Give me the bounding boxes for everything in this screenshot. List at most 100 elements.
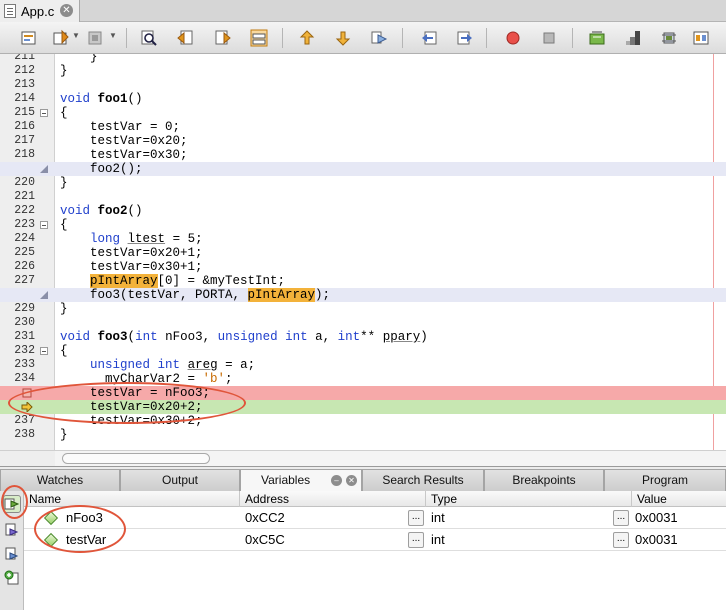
variable-address: 0xCC2 <box>245 510 285 525</box>
code-line[interactable]: 227 pIntArray[0] = &myTestInt; <box>0 274 726 288</box>
code-line[interactable]: 238} <box>0 428 726 442</box>
close-tab-icon[interactable]: ✕ <box>346 475 357 486</box>
call-stack-line[interactable]: foo2(); <box>0 162 726 177</box>
variable-diamond-icon <box>43 510 59 526</box>
tab-variables-label: Variables <box>261 473 311 487</box>
variable-value[interactable]: 0x0031 <box>630 507 678 529</box>
add-watch-icon[interactable] <box>3 569 21 587</box>
file-tab-app-c[interactable]: App.c ✕ <box>0 0 80 22</box>
code-line[interactable]: 213 <box>0 78 726 92</box>
toolbar-separator <box>126 28 127 48</box>
code-line[interactable]: 237 testVar=0x30+2; <box>0 414 726 428</box>
code-line[interactable]: 218 testVar=0x30; <box>0 148 726 162</box>
toolbar-separator <box>572 28 573 48</box>
scrollbar-thumb[interactable] <box>62 453 210 464</box>
debug-panel: Watches Output Variables – ✕ Search Resu… <box>0 466 726 610</box>
project-properties-icon[interactable] <box>18 27 40 49</box>
address-edit-button[interactable]: ... <box>408 510 424 526</box>
code-line[interactable]: 214 void foo1() <box>0 92 726 106</box>
tab-variables[interactable]: Variables – ✕ <box>240 469 362 491</box>
chevron-down-icon[interactable]: ▼ <box>72 31 80 40</box>
code-line[interactable]: 230 <box>0 316 726 330</box>
fold-toggle-icon[interactable] <box>40 347 48 355</box>
toolbar-separator <box>486 28 487 48</box>
address-edit-button[interactable]: ... <box>408 532 424 548</box>
watch-view-icon[interactable] <box>3 521 21 539</box>
code-line[interactable]: 233 unsigned int areg = a; <box>0 358 726 372</box>
debug-project-icon[interactable] <box>50 27 72 49</box>
step-into-icon[interactable] <box>332 27 354 49</box>
horizontal-scrollbar[interactable] <box>0 450 726 466</box>
panel-tab-bar: Watches Output Variables – ✕ Search Resu… <box>0 469 726 491</box>
variable-address: 0xC5C <box>245 532 285 547</box>
tab-program[interactable]: Program <box>604 469 726 491</box>
column-header-value[interactable]: Value <box>632 491 726 507</box>
locals-view-icon[interactable] <box>3 545 21 563</box>
step-over-icon[interactable] <box>368 27 390 49</box>
variable-name: testVar <box>66 532 107 547</box>
chevron-down-icon[interactable]: ▼ <box>109 31 117 40</box>
stop-icon[interactable] <box>538 27 560 49</box>
code-line[interactable]: 224 long ltest = 5; <box>0 232 726 246</box>
debug-toolbar: ▼ ▼ <box>0 22 726 54</box>
close-tab-icon[interactable]: ✕ <box>60 4 73 17</box>
navigate-forward-icon[interactable] <box>454 27 476 49</box>
tab-watches[interactable]: Watches <box>0 469 120 491</box>
tab-output[interactable]: Output <box>120 469 240 491</box>
editor-tab-bar: App.c ✕ <box>0 0 726 22</box>
code-line[interactable]: 229} <box>0 302 726 316</box>
code-line[interactable]: 212} <box>0 64 726 78</box>
type-edit-button[interactable]: ... <box>613 510 629 526</box>
code-line[interactable]: 226 testVar=0x30+1; <box>0 260 726 274</box>
call-stack-line[interactable]: foo3(testVar, PORTA, pIntArray); <box>0 288 726 303</box>
find-previous-icon[interactable] <box>174 27 196 49</box>
type-edit-button[interactable]: ... <box>613 532 629 548</box>
variables-view-icon[interactable] <box>3 495 21 513</box>
code-line[interactable]: 223{ <box>0 218 726 232</box>
program-counter-line[interactable]: testVar=0x20+2; <box>0 400 726 415</box>
code-line[interactable]: 216 testVar = 0; <box>0 120 726 134</box>
stack-bars-icon[interactable] <box>622 27 644 49</box>
toggle-breakpoint-icon[interactable] <box>502 27 524 49</box>
file-tab-label: App.c <box>21 3 55 19</box>
tab-search-results[interactable]: Search Results <box>362 469 484 491</box>
code-line[interactable]: 221 <box>0 190 726 204</box>
code-line[interactable]: 225 testVar=0x20+1; <box>0 246 726 260</box>
fold-toggle-icon[interactable] <box>40 221 48 229</box>
program-device-icon[interactable] <box>84 27 106 49</box>
breakpoint-line[interactable]: testVar = nFoo3; <box>0 386 726 401</box>
variable-value[interactable]: 0x0031 <box>630 529 678 551</box>
code-line[interactable]: 222 void foo2() <box>0 204 726 218</box>
target-board-icon[interactable] <box>690 27 712 49</box>
code-editor[interactable]: 211 } 212} 213 214 void foo1() 215{ 216 t… <box>0 54 726 450</box>
fold-toggle-icon[interactable] <box>40 109 48 117</box>
variable-diamond-icon <box>43 532 59 548</box>
minimize-tab-icon[interactable]: – <box>331 475 342 486</box>
chip-icon[interactable] <box>658 27 680 49</box>
memory-view-icon[interactable] <box>586 27 608 49</box>
find-next-icon[interactable] <box>212 27 234 49</box>
step-out-icon[interactable] <box>296 27 318 49</box>
tab-breakpoints[interactable]: Breakpoints <box>484 469 604 491</box>
column-header-name[interactable]: Name <box>24 491 240 507</box>
code-line[interactable]: 211 } <box>0 54 726 64</box>
table-header: Name Address Type Value <box>24 491 726 507</box>
toolbar-separator <box>402 28 403 48</box>
code-line[interactable]: 220} <box>0 176 726 190</box>
variables-sidebar <box>0 491 24 610</box>
find-icon[interactable] <box>138 27 160 49</box>
variables-table: Name Address Type Value nFoo3 0xCC2 ... … <box>24 491 726 610</box>
code-line[interactable]: 231 void foo3(int nFoo3, unsigned int a, … <box>0 330 726 344</box>
code-line[interactable]: 217 testVar=0x20; <box>0 134 726 148</box>
code-line[interactable]: 215{ <box>0 106 726 120</box>
variable-type: int <box>431 510 445 525</box>
column-header-type[interactable]: Type <box>426 491 632 507</box>
call-stack-marker-icon <box>40 291 48 299</box>
column-header-address[interactable]: Address <box>240 491 426 507</box>
window-layout-icon[interactable] <box>248 27 270 49</box>
code-line[interactable]: 232{ <box>0 344 726 358</box>
code-line[interactable]: 234 __myCharVar2 = 'b'; <box>0 372 726 386</box>
navigate-back-icon[interactable] <box>418 27 440 49</box>
table-row[interactable]: nFoo3 0xCC2 ... int ... 0x0031 <box>24 507 726 529</box>
table-row[interactable]: testVar 0xC5C ... int ... 0x0031 <box>24 529 726 551</box>
